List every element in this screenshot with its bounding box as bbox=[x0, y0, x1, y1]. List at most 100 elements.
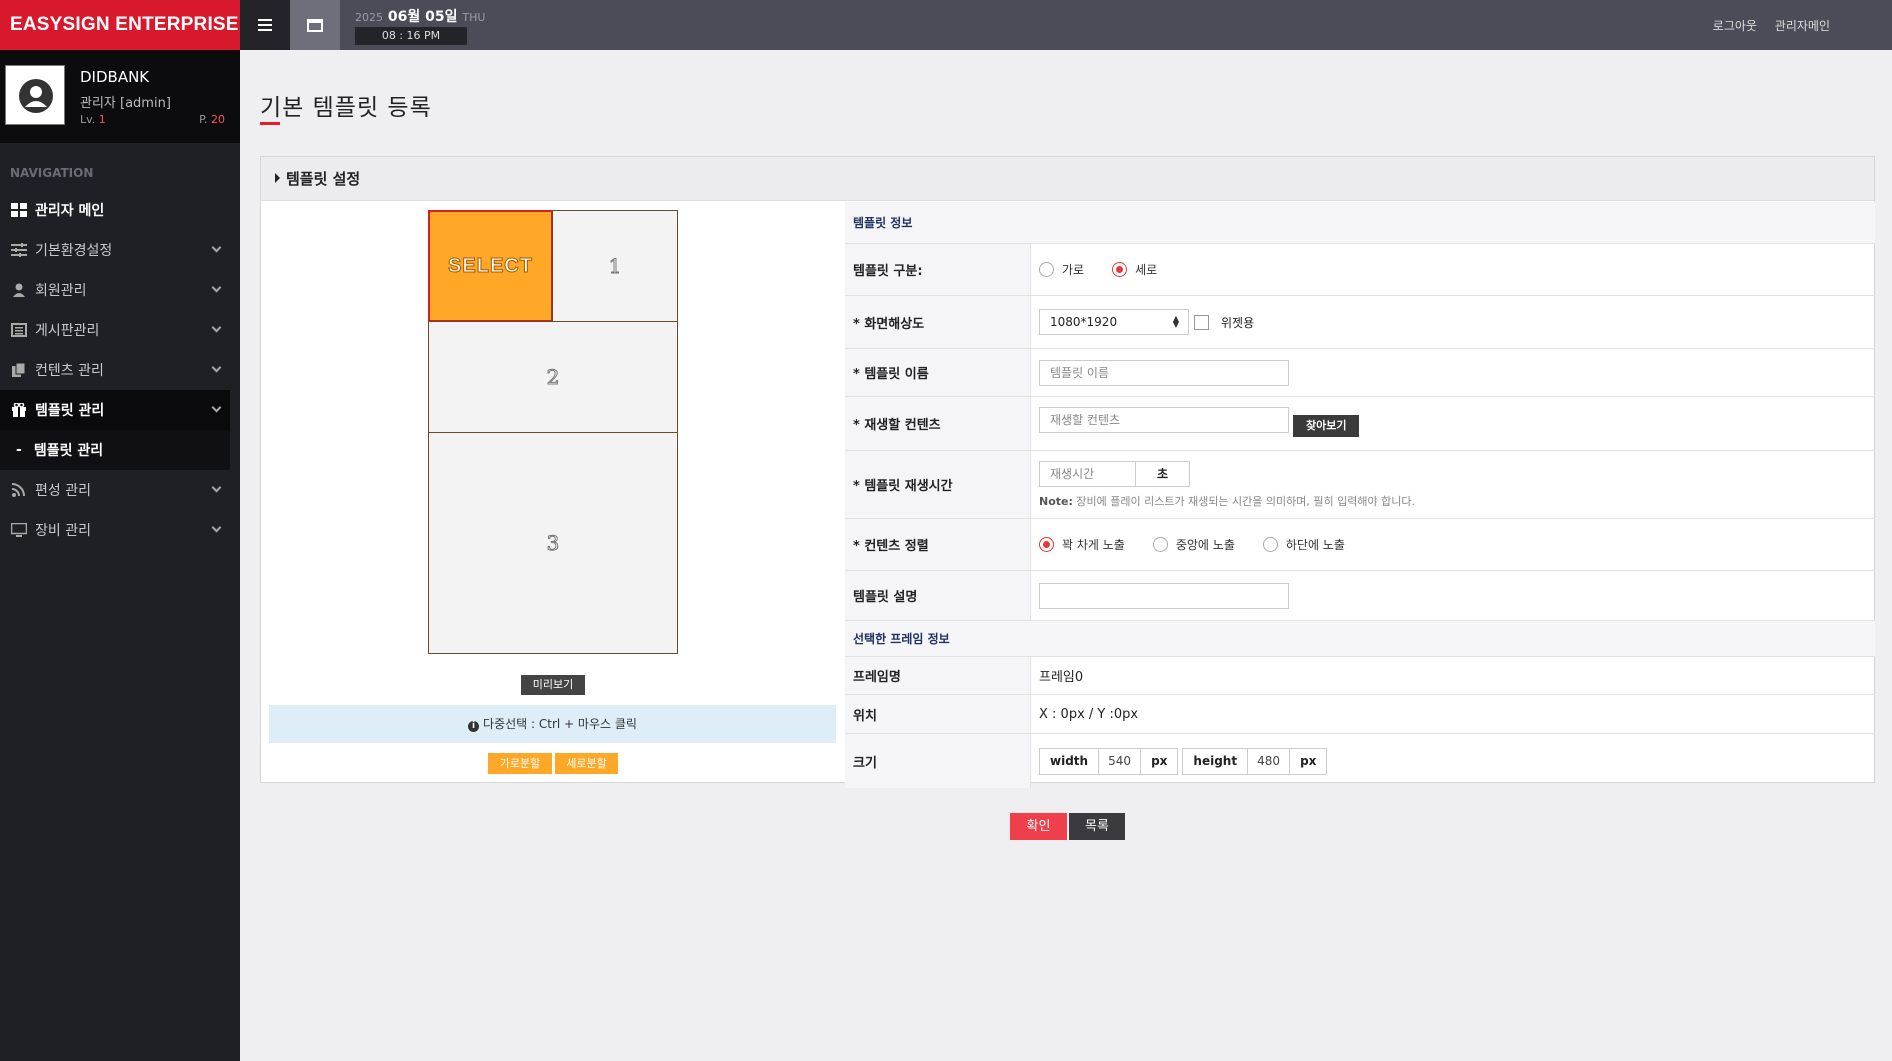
chevron-down-icon bbox=[211, 282, 222, 293]
height-group: height 480 px bbox=[1182, 747, 1328, 775]
radio-align-bottom[interactable] bbox=[1262, 537, 1278, 552]
time-display: 08 : 16 PM bbox=[355, 27, 467, 45]
playtime-note: Note: 장비에 플레이 리스트가 재생되는 시간을 의미하며, 필히 입력해… bbox=[1039, 494, 1415, 508]
resolution-select[interactable]: 1080*1920 ▲ ▼ bbox=[1039, 309, 1189, 335]
row-content-align: * 컨텐츠 정렬 꽉 차게 노출 중앙에 노출 하단에 노출 bbox=[845, 519, 1875, 571]
playtime-label: * 템플릿 재생시간 bbox=[845, 451, 1031, 518]
nav-item-board[interactable]: 게시판관리 bbox=[0, 310, 230, 350]
frame-2[interactable]: 2 bbox=[428, 321, 678, 433]
radio-align-fill-label: 꽉 차게 노출 bbox=[1062, 538, 1125, 552]
sidebar: EASYSIGN ENTERPRISE DIDBANK 관리자 [admin] … bbox=[0, 0, 240, 1061]
confirm-button[interactable]: 확인 bbox=[1010, 813, 1067, 840]
row-template-name: * 템플릿 이름 템플릿 이름 bbox=[845, 349, 1875, 397]
nav-item-schedule[interactable]: 편성 관리 bbox=[0, 470, 230, 510]
row-resolution: * 화면해상도 1080*1920 ▲ ▼ 위젯용 bbox=[845, 296, 1875, 349]
content-input[interactable]: 재생할 컨텐츠 bbox=[1039, 407, 1289, 433]
list-button[interactable]: 목록 bbox=[1069, 813, 1125, 840]
nav-item-devices[interactable]: 장비 관리 bbox=[0, 510, 230, 550]
bullet-dash: - bbox=[16, 442, 22, 458]
section-frame-info: 선택한 프레임 정보 bbox=[845, 621, 1875, 657]
panel-header: 템플릿 설정 bbox=[261, 157, 1874, 201]
widget-label: 위젯용 bbox=[1221, 315, 1255, 330]
section-template-info: 템플릿 정보 bbox=[845, 202, 1875, 244]
nav-item-label: 장비 관리 bbox=[35, 523, 91, 539]
width-input[interactable]: 540 bbox=[1099, 748, 1142, 774]
chevron-down-icon bbox=[211, 242, 222, 253]
description-input[interactable] bbox=[1039, 582, 1289, 609]
widget-checkbox[interactable] bbox=[1194, 314, 1209, 330]
name-label: * 템플릿 이름 bbox=[845, 349, 1031, 396]
nav-item-label: 관리자 메인 bbox=[35, 203, 105, 219]
radio-vertical-label: 세로 bbox=[1135, 263, 1158, 277]
frame-1[interactable]: 1 bbox=[552, 210, 678, 322]
radio-align-fill[interactable] bbox=[1039, 537, 1054, 552]
height-unit: px bbox=[1300, 753, 1317, 768]
chevron-down-icon bbox=[211, 362, 222, 373]
board-icon bbox=[11, 323, 27, 337]
date-display: 2025 06월 05일 THU bbox=[355, 9, 486, 25]
width-label: width bbox=[1040, 748, 1100, 774]
gift-icon bbox=[12, 403, 26, 417]
template-layout: SELECT 1 2 3 bbox=[428, 210, 678, 654]
radio-horizontal-label: 가로 bbox=[1062, 263, 1085, 277]
row-position: 위치 X : 0px / Y :0px bbox=[845, 695, 1875, 734]
top-bar: 2025 06월 05일 THU 08 : 16 PM 로그아웃 관리자메인 bbox=[240, 0, 1892, 50]
chevron-down-icon bbox=[211, 522, 222, 533]
template-name-input[interactable]: 템플릿 이름 bbox=[1039, 359, 1289, 386]
nav-item-label: 편성 관리 bbox=[35, 483, 91, 499]
vertical-split-button[interactable]: 세로분할 bbox=[555, 753, 618, 774]
description-label: 템플릿 설명 bbox=[845, 571, 1031, 620]
copy-icon bbox=[12, 363, 26, 377]
playtime-input[interactable]: 재생시간 bbox=[1039, 460, 1136, 487]
horizontal-split-button[interactable]: 가로분할 bbox=[488, 753, 552, 774]
nav-item-members[interactable]: 회원관리 bbox=[0, 270, 230, 310]
chevron-down-icon bbox=[211, 482, 222, 493]
nav-item-templates[interactable]: 템플릿 관리 bbox=[0, 390, 230, 430]
admin-main-link[interactable]: 관리자메인 bbox=[1775, 19, 1830, 33]
template-form: 템플릿 정보 템플릿 구분: 가로 세로 * 화면해상도 1080*1920 ▲… bbox=[845, 202, 1875, 788]
nav-item-settings[interactable]: 기본환경설정 bbox=[0, 230, 230, 270]
nav-item-label: 게시판관리 bbox=[35, 323, 100, 339]
user-icon bbox=[13, 283, 25, 297]
nav-item-label: 회원관리 bbox=[35, 283, 87, 299]
profile-level: Lv. 1 bbox=[80, 113, 106, 126]
radio-horizontal[interactable] bbox=[1039, 262, 1054, 277]
nav-subitem-template-manage[interactable]: - 템플릿 관리 bbox=[0, 430, 230, 470]
logout-link[interactable]: 로그아웃 bbox=[1713, 19, 1757, 33]
type-label: 템플릿 구분: bbox=[845, 244, 1031, 295]
window-button[interactable] bbox=[290, 0, 340, 50]
nav-item-admin-main[interactable]: 관리자 메인 bbox=[0, 190, 230, 230]
sliders-icon bbox=[11, 243, 27, 257]
radio-align-center-label: 중앙에 노출 bbox=[1175, 538, 1235, 552]
chevron-down-icon bbox=[211, 402, 222, 413]
select-arrow-icon: ▲ ▼ bbox=[1172, 314, 1179, 329]
monitor-icon bbox=[11, 523, 27, 537]
frame-0-selected[interactable]: SELECT bbox=[428, 210, 553, 322]
caret-right-icon bbox=[275, 173, 280, 183]
size-label: 크기 bbox=[845, 734, 1031, 788]
top-links: 로그아웃 관리자메인 bbox=[1699, 17, 1830, 34]
nav-item-label: 컨텐츠 관리 bbox=[35, 363, 104, 379]
nav-item-label: 기본환경설정 bbox=[35, 243, 113, 259]
frame-3[interactable]: 3 bbox=[428, 432, 678, 654]
user-avatar-icon bbox=[19, 79, 53, 113]
position-value: X : 0px / Y :0px bbox=[1039, 706, 1139, 722]
resolution-label: * 화면해상도 bbox=[845, 296, 1031, 348]
find-button[interactable]: 찾아보기 bbox=[1293, 415, 1360, 437]
profile-card: DIDBANK 관리자 [admin] Lv. 1 P. 20 bbox=[0, 50, 240, 143]
radio-align-bottom-label: 하단에 노출 bbox=[1285, 538, 1345, 552]
avatar[interactable] bbox=[5, 65, 65, 125]
seconds-unit: 초 bbox=[1136, 460, 1190, 487]
height-label: height bbox=[1183, 748, 1249, 774]
preview-button[interactable]: 미리보기 bbox=[521, 675, 585, 695]
height-input[interactable]: 480 bbox=[1248, 748, 1291, 774]
radio-vertical[interactable] bbox=[1112, 262, 1128, 277]
width-group: width 540 px bbox=[1039, 747, 1179, 775]
menu-toggle-button[interactable] bbox=[240, 0, 290, 50]
hamburger-icon bbox=[258, 24, 272, 26]
info-icon: i bbox=[468, 721, 480, 732]
nav-item-contents[interactable]: 컨텐츠 관리 bbox=[0, 350, 230, 390]
page-title: 기본 템플릿 등록 bbox=[260, 95, 432, 121]
radio-align-center[interactable] bbox=[1152, 537, 1168, 552]
brand-logo[interactable]: EASYSIGN ENTERPRISE bbox=[0, 0, 240, 50]
